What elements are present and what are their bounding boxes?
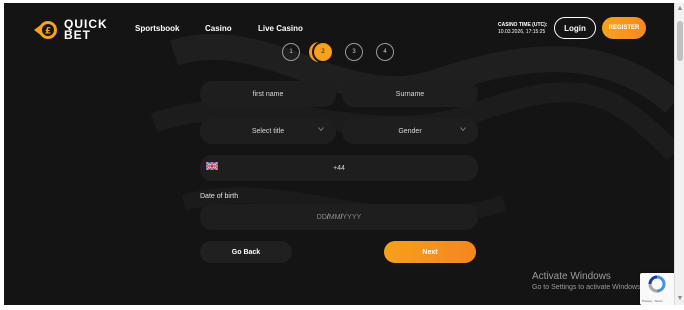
chevron-down-icon <box>318 127 324 132</box>
nav-casino[interactable]: Casino <box>205 24 232 33</box>
register-button[interactable]: REGISTER <box>602 17 646 39</box>
background-swoosh <box>150 33 674 224</box>
gender-select-value: Gender <box>398 127 422 135</box>
phone-input[interactable]: +44 <box>200 155 478 181</box>
activate-windows-subtitle: Go to Settings to activate Windows. <box>532 284 643 291</box>
next-button[interactable]: Next <box>384 241 476 263</box>
scrollbar-thumb[interactable] <box>677 21 683 61</box>
dob-input[interactable]: DD / MM / YYYY <box>200 204 478 230</box>
casino-time-label: CASINO TIME (UTC): <box>498 22 548 28</box>
uk-flag-icon[interactable] <box>206 162 218 170</box>
quickbet-logo[interactable]: £ QUICK BET <box>32 15 108 45</box>
dob-label: Date of birth <box>200 193 239 200</box>
step-1: 1 <box>282 43 300 61</box>
scroll-up-icon[interactable]: ▲ <box>676 4 684 14</box>
recaptcha-badge[interactable]: Privacy - Terms <box>640 273 674 305</box>
title-select[interactable]: Select title <box>200 118 336 144</box>
page-scrollbar[interactable]: ▲ ▼ <box>674 3 684 305</box>
surname-placeholder: Surname <box>395 90 425 98</box>
login-button[interactable]: Login <box>554 17 596 39</box>
logo-line-2: BET <box>64 28 91 42</box>
casino-time: CASINO TIME (UTC): 10.03.2026, 17:15:25 <box>498 22 547 36</box>
nav-sportsbook[interactable]: Sportsbook <box>135 24 179 33</box>
dob-month-placeholder: MM <box>328 213 341 221</box>
recaptcha-icon <box>648 275 666 293</box>
step-3: 3 <box>345 43 363 61</box>
recaptcha-links[interactable]: Privacy - Terms <box>642 299 663 303</box>
title-select-value: Select title <box>251 127 285 135</box>
nav-live-casino[interactable]: Live Casino <box>258 24 303 33</box>
chevron-down-icon <box>460 127 466 132</box>
gender-select[interactable]: Gender <box>342 118 478 144</box>
page: £ QUICK BET Sportsbook Casino Live Casin… <box>4 3 674 305</box>
surname-input[interactable]: Surname <box>342 81 478 107</box>
scroll-down-icon[interactable]: ▼ <box>676 294 684 304</box>
logo-wordmark: QUICK BET <box>64 18 108 42</box>
step-2-current: 2 <box>314 43 332 61</box>
dob-day-placeholder: DD <box>316 213 327 221</box>
dob-year-placeholder: YYYY <box>342 213 362 221</box>
first-name-input[interactable]: first name <box>200 81 336 107</box>
casino-time-value: 10.03.2026, 17:15:25 <box>498 29 546 35</box>
phone-prefix: +44 <box>333 164 345 172</box>
svg-text:£: £ <box>45 27 51 37</box>
first-name-placeholder: first name <box>252 90 284 98</box>
step-4: 4 <box>376 43 394 61</box>
activate-windows-title: Activate Windows <box>532 271 611 282</box>
go-back-button[interactable]: Go Back <box>200 241 292 263</box>
activate-windows-watermark: Activate Windows Go to Settings to activ… <box>532 271 643 291</box>
pound-coin-icon: £ <box>34 21 57 39</box>
